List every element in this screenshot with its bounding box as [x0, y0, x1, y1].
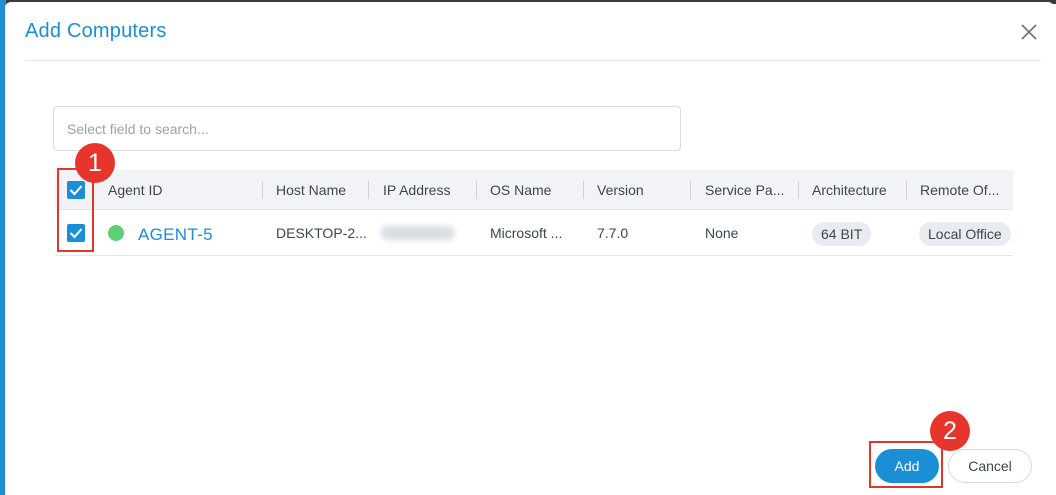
- architecture-badge: 64 BIT: [812, 222, 872, 246]
- add-button-highlight-box: [869, 441, 943, 488]
- agent-id-link[interactable]: AGENT-5: [138, 211, 213, 256]
- os-name-cell: Microsoft ...: [490, 225, 563, 241]
- column-header-service-pack[interactable]: Service Pa...: [705, 170, 784, 210]
- column-separator[interactable]: [262, 181, 263, 199]
- column-separator[interactable]: [583, 181, 584, 199]
- column-header-agent-id[interactable]: Agent ID: [108, 170, 162, 210]
- table-header: Agent ID Host Name IP Address OS Name Ve…: [55, 170, 1013, 210]
- online-status-icon: [108, 225, 124, 241]
- column-header-architecture[interactable]: Architecture: [812, 170, 887, 210]
- cancel-button[interactable]: Cancel: [948, 449, 1032, 483]
- close-icon[interactable]: [1019, 22, 1039, 42]
- column-separator[interactable]: [906, 181, 907, 199]
- table-row[interactable]: AGENT-5 DESKTOP-2... Microsoft ... 7.7.0…: [55, 211, 1013, 256]
- column-separator[interactable]: [690, 181, 691, 199]
- column-header-ip-address[interactable]: IP Address: [383, 170, 450, 210]
- service-pack-cell: None: [705, 225, 739, 241]
- column-separator[interactable]: [476, 181, 477, 199]
- dialog-title: Add Computers: [25, 20, 167, 42]
- add-computers-dialog: Add Computers Agent ID Host Name IP Addr…: [5, 2, 1054, 495]
- version-cell: 7.7.0: [597, 225, 629, 241]
- header-divider: [25, 60, 1041, 61]
- step-1-badge: 1: [75, 143, 115, 183]
- column-header-remote-office[interactable]: Remote Of...: [920, 170, 999, 210]
- ip-address-cell-redacted: [381, 226, 455, 240]
- column-header-host-name[interactable]: Host Name: [276, 170, 346, 210]
- column-separator[interactable]: [798, 181, 799, 199]
- remote-office-badge: Local Office: [919, 222, 1011, 246]
- column-separator[interactable]: [368, 181, 369, 199]
- host-name-cell: DESKTOP-2...: [276, 225, 367, 241]
- step-2-badge: 2: [930, 411, 970, 451]
- column-header-os-name[interactable]: OS Name: [490, 170, 551, 210]
- computers-table: Agent ID Host Name IP Address OS Name Ve…: [55, 170, 1013, 256]
- search-input[interactable]: [53, 106, 681, 151]
- column-header-version[interactable]: Version: [597, 170, 644, 210]
